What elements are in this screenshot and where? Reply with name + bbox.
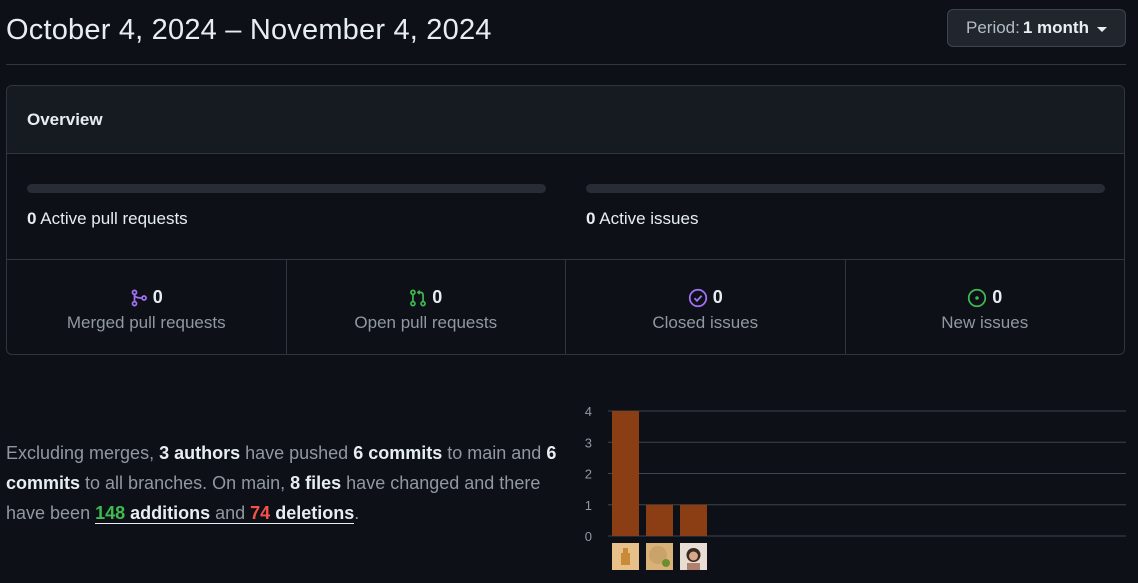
- deletions-number: 74: [250, 503, 271, 523]
- summary-text-4: to all branches. On main,: [80, 473, 291, 493]
- open-pr-icon: [410, 289, 427, 306]
- new-issue-icon: [968, 288, 987, 307]
- activity-section: 0 Active pull requests 0 Active issues: [7, 154, 1124, 260]
- stat-closed-issues[interactable]: 0 Closed issues: [566, 260, 846, 354]
- active-issues[interactable]: 0 Active issues: [586, 209, 698, 229]
- closed-issues-count: 0: [712, 287, 723, 307]
- additions-deletions-link[interactable]: 148 additions and 74 deletions: [95, 503, 355, 524]
- period-label: Period:: [966, 18, 1020, 37]
- y-tick-label: 0: [585, 529, 592, 544]
- period-dropdown-button[interactable]: Period: 1 month: [947, 9, 1126, 47]
- stats-row: 0 Merged pull requests 0 Open pull reque…: [7, 260, 1125, 354]
- pull-requests-progress-bar: [27, 184, 546, 193]
- open-pull-requests-count: 0: [432, 287, 443, 307]
- caret-down-icon: [1096, 26, 1107, 32]
- overview-panel: Overview 0 Active pull requests 0 Active…: [6, 85, 1125, 355]
- overview-title: Overview: [27, 109, 103, 129]
- merged-pr-icon: [131, 289, 147, 306]
- and-text: and: [210, 503, 251, 523]
- active-pull-requests-count: 0: [27, 209, 37, 228]
- merged-pull-requests-count: 0: [152, 287, 163, 307]
- page-header: October 4, 2024 – November 4, 2024 Perio…: [6, 0, 1126, 65]
- active-pull-requests[interactable]: 0 Active pull requests: [27, 209, 188, 229]
- open-pull-requests-label: Open pull requests: [354, 313, 498, 332]
- authors-count: 3 authors: [159, 443, 241, 463]
- y-tick-label: 2: [585, 467, 592, 482]
- avatar-detail: [623, 548, 628, 554]
- overview-header: Overview: [7, 86, 1124, 154]
- summary-text-2: have pushed: [240, 443, 354, 463]
- closed-issue-icon: [688, 288, 707, 307]
- avatar-detail: [621, 553, 630, 565]
- summary-text-1: Excluding merges,: [6, 443, 160, 463]
- commits-main-count: 6 commits: [353, 443, 443, 463]
- commit-bar: [680, 504, 707, 536]
- period-value: 1 month: [1022, 18, 1089, 37]
- commits-by-author-chart: 0 1 2 3 4: [578, 398, 1130, 578]
- new-issues-label: New issues: [941, 313, 1029, 332]
- additions-number: 148: [95, 503, 126, 523]
- additions-word: additions: [125, 503, 211, 523]
- commit-bar: [646, 504, 673, 536]
- active-issues-label: Active issues: [599, 209, 699, 228]
- merged-pull-requests-label: Merged pull requests: [66, 313, 226, 332]
- summary-end: .: [354, 503, 360, 523]
- stat-new-issues[interactable]: 0 New issues: [846, 260, 1125, 354]
- active-pull-requests-label: Active pull requests: [40, 209, 188, 228]
- y-tick-label: 1: [585, 498, 592, 513]
- y-tick-label: 3: [585, 435, 592, 450]
- stat-open-pull-requests[interactable]: 0 Open pull requests: [287, 260, 566, 354]
- date-range-title: October 4, 2024 – November 4, 2024: [6, 14, 492, 46]
- commit-bar: [612, 411, 639, 536]
- chart-svg: 0 1 2 3 4: [585, 404, 1126, 570]
- avatar-detail: [662, 559, 670, 567]
- files-count: 8 files: [290, 473, 342, 493]
- active-issues-count: 0: [586, 209, 596, 228]
- stat-merged-pull-requests[interactable]: 0 Merged pull requests: [7, 260, 287, 354]
- deletions-word: deletions: [270, 503, 355, 523]
- issues-progress-bar: [586, 184, 1105, 193]
- avatar-detail: [689, 551, 698, 561]
- avatar-detail: [687, 563, 700, 570]
- commit-summary: Excluding merges, 3 authors have pushed …: [6, 438, 566, 528]
- closed-issues-label: Closed issues: [652, 313, 759, 332]
- summary-text-3: to main and: [442, 443, 547, 463]
- new-issues-count: 0: [992, 287, 1003, 307]
- y-tick-label: 4: [585, 404, 592, 419]
